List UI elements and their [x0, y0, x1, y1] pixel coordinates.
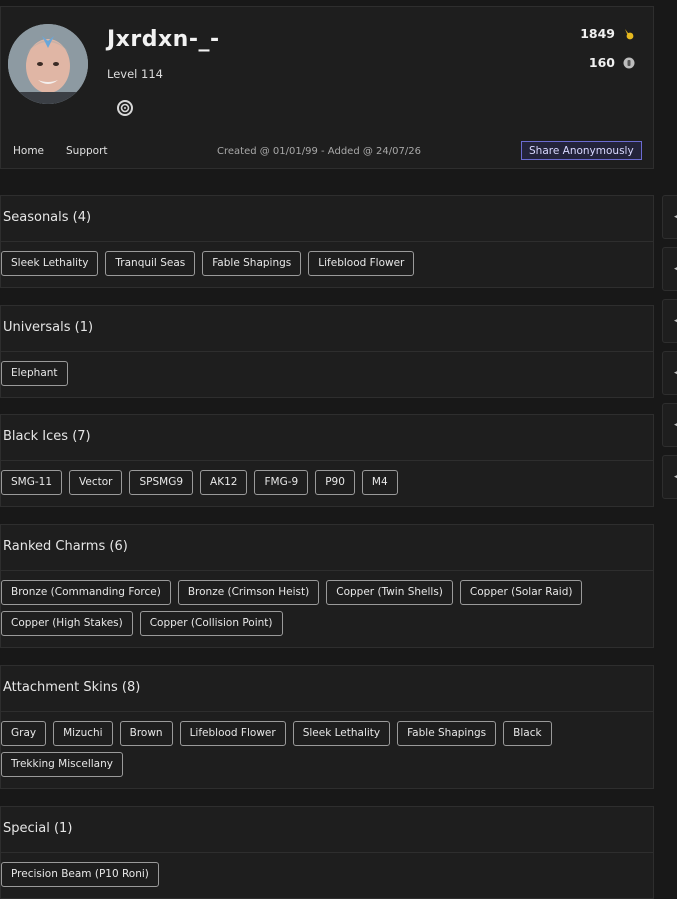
- item-chip[interactable]: Fable Shapings: [202, 251, 302, 276]
- item-chip[interactable]: Precision Beam (P10 Roni): [1, 862, 159, 887]
- section-title: Universals (1): [1, 306, 653, 352]
- section-ranked-charms: Ranked Charms (6) Bronze (Commanding For…: [0, 524, 654, 648]
- item-chip[interactable]: Sleek Lethality: [1, 251, 99, 276]
- side-button[interactable]: ◀: [662, 299, 677, 343]
- side-button[interactable]: ◀: [662, 247, 677, 291]
- item-chip[interactable]: SPSMG9: [129, 470, 194, 495]
- item-chip[interactable]: Tranquil Seas: [105, 251, 196, 276]
- section-special: Special (1) Precision Beam (P10 Roni): [0, 806, 654, 899]
- coin-icon: [623, 57, 635, 68]
- section-title: Special (1): [1, 807, 653, 853]
- item-chip[interactable]: Lifeblood Flower: [308, 251, 415, 276]
- item-chip[interactable]: Copper (Twin Shells): [326, 580, 453, 605]
- section-title: Seasonals (4): [1, 196, 653, 242]
- stat-renown: 1849: [580, 26, 635, 41]
- section-universals: Universals (1) Elephant: [0, 305, 654, 398]
- item-chip[interactable]: P90: [315, 470, 355, 495]
- item-chip[interactable]: Copper (High Stakes): [1, 611, 133, 636]
- ubisoft-icon[interactable]: [117, 100, 133, 116]
- stat-value: 1849: [580, 26, 615, 41]
- player-level: Level 114: [107, 67, 163, 81]
- created-date: Created @ 01/01/99 - Added @ 24/07/26: [217, 146, 421, 157]
- section-title: Ranked Charms (6): [1, 525, 653, 571]
- section-black-ices: Black Ices (7) SMG-11 Vector SPSMG9 AK12…: [0, 414, 654, 507]
- item-chip[interactable]: Elephant: [1, 361, 68, 386]
- item-chip[interactable]: Fable Shapings: [397, 721, 497, 746]
- item-chip[interactable]: SMG-11: [1, 470, 63, 495]
- avatar: [8, 24, 88, 104]
- item-chip[interactable]: Trekking Miscellany: [1, 752, 123, 777]
- item-chip[interactable]: AK12: [200, 470, 248, 495]
- item-chip[interactable]: Mizuchi: [53, 721, 113, 746]
- item-chip[interactable]: M4: [361, 470, 398, 495]
- item-chip[interactable]: Bronze (Crimson Heist): [177, 580, 320, 605]
- section-title: Black Ices (7): [1, 415, 653, 461]
- item-chip[interactable]: Sleek Lethality: [292, 721, 391, 746]
- item-chip[interactable]: FMG-9: [254, 470, 309, 495]
- section-seasonals: Seasonals (4) Sleek Lethality Tranquil S…: [0, 195, 654, 288]
- side-button[interactable]: ◀: [662, 195, 677, 239]
- stat-credits: 160: [589, 55, 635, 70]
- item-chip[interactable]: Copper (Solar Raid): [459, 580, 583, 605]
- item-chip[interactable]: Vector: [69, 470, 123, 495]
- side-button[interactable]: ◀: [662, 455, 677, 499]
- section-title: Attachment Skins (8): [1, 666, 653, 712]
- item-chip[interactable]: Gray: [1, 721, 47, 746]
- share-anonymously-button[interactable]: Share Anonymously: [521, 141, 642, 160]
- profile-header: Jxrdxn-_- Level 114 1849 160 Home Suppor…: [0, 6, 654, 169]
- username: Jxrdxn-_-: [107, 27, 220, 52]
- nav-support[interactable]: Support: [66, 145, 108, 157]
- nav-home[interactable]: Home: [13, 145, 44, 157]
- gold-medal-icon: [625, 28, 634, 39]
- item-chip[interactable]: Bronze (Commanding Force): [1, 580, 171, 605]
- item-chip[interactable]: Brown: [119, 721, 173, 746]
- stat-value: 160: [588, 55, 615, 70]
- section-attachment-skins: Attachment Skins (8) Gray Mizuchi Brown …: [0, 665, 654, 789]
- profile-nav: Home Support: [13, 145, 108, 157]
- item-chip[interactable]: Copper (Collision Point): [139, 611, 283, 636]
- side-button[interactable]: ◀: [662, 403, 677, 447]
- item-chip[interactable]: Lifeblood Flower: [179, 721, 286, 746]
- item-chip[interactable]: Black: [503, 721, 552, 746]
- side-button[interactable]: ◀: [662, 351, 677, 395]
